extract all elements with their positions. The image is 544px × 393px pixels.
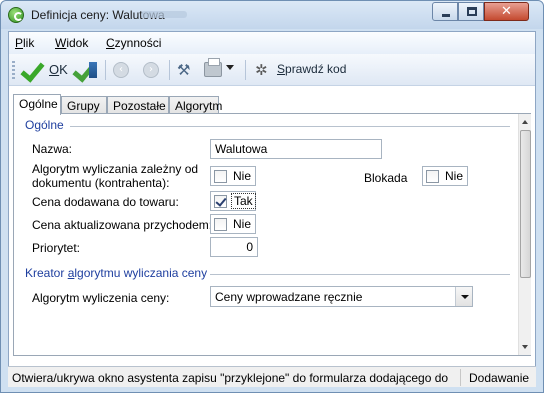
menu-czynnosci-label: zynności [114,36,162,50]
check-code-button[interactable]: Sprawdź kod [277,62,346,76]
toolbar-separator [105,60,106,80]
blokada-label: Blokada [364,171,408,185]
tools-icon[interactable]: ⚒ [177,61,195,79]
save-close-icon [73,59,95,79]
tab-ogolne[interactable]: Ogólne [13,94,61,115]
menu-plik-accel: P [15,36,24,50]
toolbar-separator [245,60,246,80]
status-mode: Dodawanie [469,371,530,385]
updated-by-income-label: Cena aktualizowana przychodem: [32,218,213,232]
menu-czynnosci-accel: C [106,36,115,50]
section-title-general: Ogólne [25,118,64,132]
check-icon [21,59,43,79]
minimize-button[interactable] [432,2,458,21]
tab-pozostale[interactable]: Pozostałe [107,96,169,114]
ok-label-accel: O [49,62,60,77]
algorithm-select-value: Ceny wprowadzane ręcznie [215,290,363,304]
vertical-scrollbar[interactable] [518,114,531,355]
name-label: Nazwa: [32,142,73,156]
priority-input[interactable]: 0 [210,237,258,257]
print-dropdown-icon[interactable] [226,65,234,70]
toolbar-separator [169,60,170,80]
ok-label: OK [49,62,68,77]
check-code-accel: S [277,62,286,76]
status-hint: Otwiera/ukrywa okno asystenta zapisu "pr… [12,371,449,385]
client-area: Plik Widok Czynności OK ‹ › ⚒ ✲ Sprawdź … [8,31,536,387]
tab-ogolne-label: Ogólne [19,97,58,111]
menu-bar: Plik Widok Czynności [9,32,535,54]
magic-wand-icon[interactable]: ✲ [255,61,273,79]
tab-grupy-label: Grupy [67,99,100,113]
section-title-wizard: Kreator algorytmu wyliczania ceny [25,266,207,280]
scroll-down-icon[interactable] [519,340,532,354]
tab-algorytm[interactable]: Algorytm [169,96,223,114]
tab-panel-ogolne: Ogólne Nazwa: Walutowa Algorytm wyliczan… [13,113,531,356]
algorithm-dependent-label-2: dokumentu (kontrahenta): [32,176,170,190]
title-bar[interactable]: Definicja ceny: Walutowa ✕ [1,1,543,29]
menu-widok[interactable]: Widok [55,36,88,50]
wizard-title-pre: Kreator [25,266,68,280]
toolbar: OK ‹ › ⚒ ✲ Sprawdź kod [9,54,535,86]
tab-pozostale-label: Pozostałe [113,99,166,113]
check-code-label: prawdź kod [285,62,347,76]
checkbox-box [214,218,227,231]
checkbox-text: Tak [231,193,256,209]
toolbar-grip[interactable] [12,61,15,79]
menu-widok-accel: W [55,36,67,50]
updated-by-income-checkbox[interactable]: Nie [210,214,256,234]
menu-plik-label: lik [23,36,35,50]
algorithm-dependent-checkbox[interactable]: Nie [210,166,256,186]
name-input[interactable]: Walutowa [210,139,382,159]
forward-icon[interactable]: › [143,62,159,78]
checkbox-box [214,170,227,183]
chevron-down-icon[interactable] [455,287,472,306]
tab-grupy[interactable]: Grupy [61,96,107,114]
checkbox-text: Nie [445,169,464,183]
checkbox-text: Nie [233,217,252,231]
section-divider [70,126,510,127]
menu-plik[interactable]: Plik [15,36,34,50]
algorithm-label: Algorytm wyliczenia ceny: [32,291,170,305]
back-icon[interactable]: ‹ [113,62,129,78]
algorithm-select[interactable]: Ceny wprowadzane ręcznie [210,286,473,307]
scroll-up-icon[interactable] [519,115,532,129]
section-divider [210,274,510,275]
app-icon [8,7,24,23]
title-blur-decoration [141,11,187,18]
checkbox-box-checked [214,195,227,208]
menu-czynnosci[interactable]: Czynności [106,36,161,50]
close-button[interactable]: ✕ [484,2,529,21]
algorithm-dependent-label-1: Algorytm wyliczania zależny od [32,162,199,176]
minimize-icon [442,14,450,17]
status-bar: Otwiera/ukrywa okno asystenta zapisu "pr… [8,366,536,387]
print-icon[interactable] [204,58,222,77]
priority-label: Priorytet: [32,241,81,255]
menu-widok-label: idok [66,36,89,50]
blokada-checkbox[interactable]: Nie [422,166,468,186]
maximize-button[interactable] [458,2,484,21]
status-separator [460,369,461,386]
tab-algorytm-label: Algorytm [175,99,223,113]
save-close-button[interactable] [73,59,97,81]
scrollbar-thumb[interactable] [520,130,531,278]
wizard-title-post: lgorytmu wyliczania ceny [74,266,208,280]
close-icon: ✕ [501,4,512,19]
added-to-goods-label: Cena dodawana do towaru: [32,195,179,209]
checkbox-text: Nie [233,169,252,183]
checkbox-box [426,170,439,183]
maximize-icon [467,7,477,16]
main-window: Definicja ceny: Walutowa ✕ Plik Widok Cz… [0,0,544,393]
added-to-goods-checkbox[interactable]: Tak [210,191,256,211]
tab-strip: Ogólne Grupy Pozostałe Algorytm [9,94,535,115]
ok-label-rest: K [59,62,68,77]
